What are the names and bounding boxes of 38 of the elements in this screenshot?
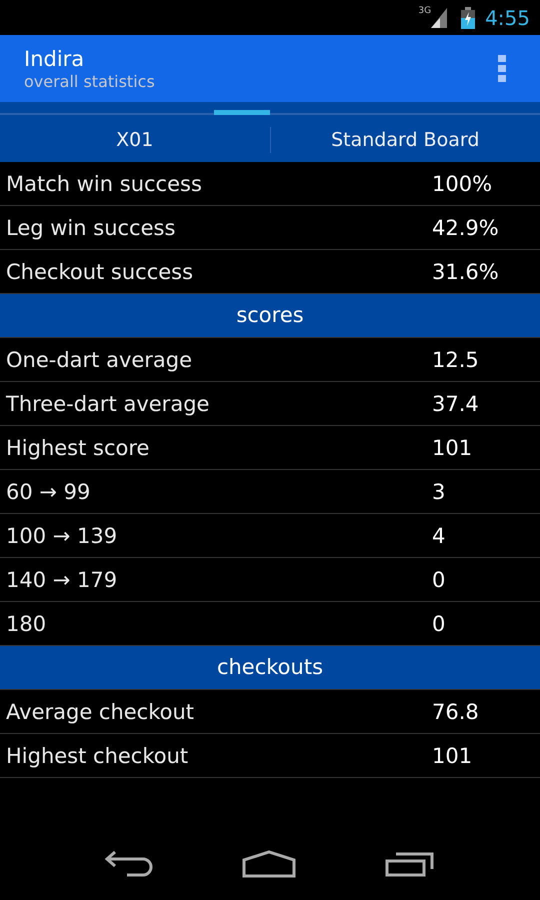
stat-value: 76.8 bbox=[432, 700, 479, 724]
recent-apps-icon[interactable] bbox=[385, 851, 436, 877]
tab[interactable]: Standard Board bbox=[270, 118, 540, 162]
stat-label: One-dart average bbox=[5, 348, 194, 372]
section-header: scores bbox=[0, 294, 540, 338]
stat-label: Highest score bbox=[5, 436, 150, 460]
section-header: checkouts bbox=[0, 646, 540, 690]
stat-label: 100 → 139 bbox=[5, 524, 118, 548]
stat-value: 42.9% bbox=[432, 216, 499, 240]
network-label: 3G bbox=[418, 6, 432, 16]
stat-value: 0 bbox=[432, 568, 446, 592]
battery-charging-icon bbox=[461, 6, 476, 28]
stat-label: 140 → 179 bbox=[5, 568, 118, 592]
stat-label: 180 bbox=[5, 612, 48, 636]
stat-value: 101 bbox=[432, 436, 472, 460]
stat-value: 31.6% bbox=[432, 260, 499, 284]
stat-label: Three-dart average bbox=[5, 392, 210, 416]
stat-value: 4 bbox=[432, 524, 446, 548]
stat-value: 37.4 bbox=[432, 392, 479, 416]
clock-time: 4:55 bbox=[485, 6, 530, 30]
screen-title: Indira bbox=[24, 46, 86, 72]
stat-label: 60 → 99 bbox=[5, 480, 92, 504]
stat-label: Average checkout bbox=[5, 700, 196, 724]
home-icon[interactable] bbox=[242, 850, 296, 878]
stat-label: Leg win success bbox=[5, 216, 176, 240]
overflow-menu-icon[interactable] bbox=[498, 54, 506, 82]
back-icon[interactable] bbox=[104, 851, 153, 877]
stat-label: Highest checkout bbox=[5, 744, 190, 768]
stat-label: Match win success bbox=[5, 172, 203, 196]
stat-label: Checkout success bbox=[5, 260, 194, 284]
screen-subtitle: overall statistics bbox=[24, 72, 155, 92]
tab[interactable]: X01 bbox=[0, 118, 270, 162]
stat-value: 0 bbox=[432, 612, 446, 636]
stat-value: 12.5 bbox=[432, 348, 479, 372]
stat-value: 100% bbox=[432, 172, 492, 196]
signal-icon bbox=[431, 8, 448, 28]
stat-value: 3 bbox=[432, 480, 446, 504]
stat-value: 101 bbox=[432, 744, 472, 768]
